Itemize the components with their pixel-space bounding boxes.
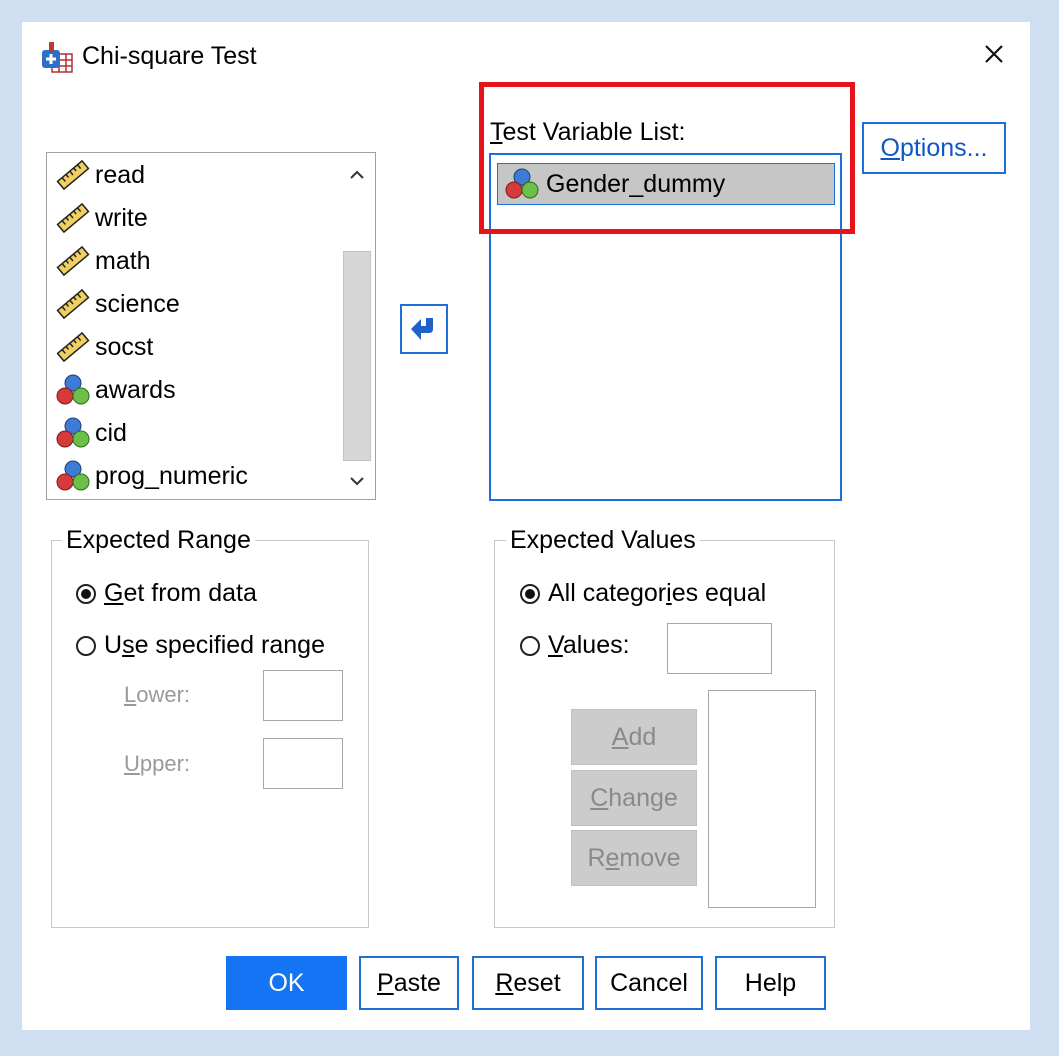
scroll-down-icon[interactable]: [347, 471, 367, 491]
ruler-icon: [56, 331, 90, 363]
ruler-icon: [56, 202, 90, 234]
window-title: Chi-square Test: [82, 42, 257, 70]
app-icon: [42, 42, 73, 73]
expected-values-list[interactable]: [708, 690, 816, 908]
list-item[interactable]: cid: [55, 413, 127, 453]
change-button[interactable]: Change: [571, 770, 697, 826]
source-variable-list[interactable]: read write math science socst awards cid: [46, 152, 376, 500]
values-radio[interactable]: Values:: [520, 631, 630, 660]
list-item-label: write: [95, 203, 148, 232]
radio-label: Get from data: [104, 579, 257, 607]
radio-checked-icon: [76, 583, 96, 604]
list-item-label: cid: [95, 418, 127, 447]
all-categories-equal-radio[interactable]: All categories equal: [520, 579, 766, 608]
help-button[interactable]: Help: [715, 956, 826, 1010]
ruler-icon: [56, 245, 90, 277]
list-item[interactable]: read: [55, 155, 145, 195]
close-icon[interactable]: [976, 36, 1012, 72]
get-from-data-radio[interactable]: Get from data: [76, 579, 257, 608]
upper-label: Upper:: [124, 751, 191, 776]
list-item[interactable]: math: [55, 241, 151, 281]
options-button[interactable]: Options...: [862, 122, 1006, 174]
ruler-icon: [56, 288, 90, 320]
radio-unchecked-icon: [520, 635, 540, 656]
ruler-icon: [56, 159, 90, 191]
cancel-button[interactable]: Cancel: [595, 956, 703, 1010]
list-item[interactable]: prog_numeric: [55, 456, 248, 496]
radio-unchecked-icon: [76, 635, 96, 656]
lower-label: Lower:: [124, 682, 191, 707]
list-item[interactable]: science: [55, 284, 180, 324]
list-item-label: socst: [95, 332, 154, 361]
radio-label: All categories equal: [548, 579, 767, 607]
move-variable-button[interactable]: [400, 304, 448, 354]
list-item-label: awards: [95, 375, 176, 404]
expected-values-title: Expected Values: [506, 526, 700, 555]
remove-button[interactable]: Re move: [571, 830, 697, 886]
list-item-label: prog_numeric: [95, 461, 248, 490]
list-item[interactable]: awards: [55, 370, 176, 410]
upper-input[interactable]: [263, 738, 343, 789]
ok-button[interactable]: OK: [226, 956, 347, 1010]
chi-square-dialog: Chi-square Test read write math science …: [22, 22, 1030, 1030]
nominal-balls-icon: [56, 460, 90, 491]
use-specified-range-radio[interactable]: Use specified range: [76, 631, 325, 660]
scrollbar-thumb[interactable]: [343, 251, 371, 461]
nominal-balls-icon: [56, 374, 90, 405]
radio-label: Use specified range: [104, 631, 325, 659]
lower-input[interactable]: [263, 670, 343, 721]
list-item-label: read: [95, 160, 146, 189]
scroll-up-icon[interactable]: [347, 165, 367, 185]
list-item-label: math: [95, 246, 151, 275]
radio-checked-icon: [520, 583, 540, 604]
radio-label: Values:: [548, 631, 630, 659]
values-input[interactable]: [667, 623, 772, 674]
highlight-box: [479, 82, 855, 234]
list-item[interactable]: write: [55, 198, 148, 238]
reset-button[interactable]: Reset: [472, 956, 584, 1010]
expected-range-title: Expected Range: [62, 526, 255, 555]
list-item[interactable]: socst: [55, 327, 153, 367]
list-item-label: science: [95, 289, 180, 318]
paste-button[interactable]: Paste: [359, 956, 459, 1010]
add-button[interactable]: Add: [571, 709, 697, 765]
arrow-left-icon: [411, 318, 433, 340]
nominal-balls-icon: [56, 417, 90, 448]
